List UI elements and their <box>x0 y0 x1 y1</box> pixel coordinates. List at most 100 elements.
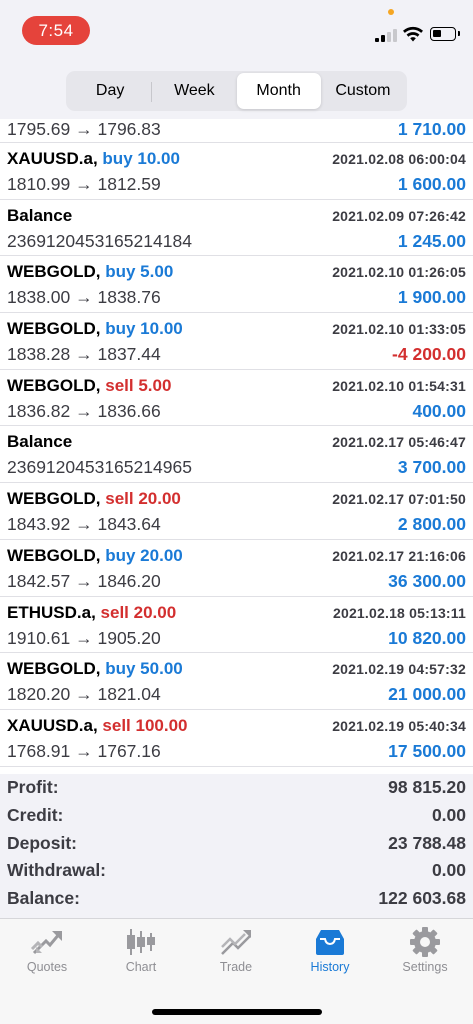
tab-trade[interactable]: Trade <box>189 919 283 989</box>
tab-quotes[interactable]: Quotes <box>0 919 94 989</box>
row-prices: 1768.91 → 1767.16 <box>7 740 161 761</box>
summary-label: Deposit: <box>7 832 77 853</box>
wifi-icon <box>403 26 423 42</box>
summary-value: 23 788.48 <box>388 832 466 853</box>
history-row[interactable]: Balance 2021.02.17 05:46:47 23691204531652… <box>0 426 473 484</box>
segment-week[interactable]: Week <box>152 73 236 109</box>
row-datetime: 2021.02.08 06:00:04 <box>332 151 466 167</box>
row-prices: 1836.82 → 1836.66 <box>7 400 161 421</box>
row-datetime: 2021.02.19 04:57:32 <box>332 661 466 678</box>
history-row[interactable]: WEBGOLD, buy 20.00 2021.02.17 21:16:06 184… <box>0 540 473 597</box>
row-datetime: 2021.02.17 21:16:06 <box>332 547 466 564</box>
row-symbol-line: WEBGOLD, buy 50.00 <box>7 659 183 679</box>
history-row[interactable]: XAUUSD.a, sell 100.00 2021.02.19 05:40:34… <box>0 710 473 767</box>
row-symbol-line: Balance <box>7 432 72 452</box>
candlestick-icon <box>127 929 155 955</box>
row-symbol-line: Balance <box>7 206 72 226</box>
summary-label: Profit: <box>7 777 59 797</box>
summary-value: 122 603.68 <box>378 888 466 909</box>
tab-label: Trade <box>219 960 253 974</box>
tab-label: Chart <box>125 960 157 974</box>
segment-label: Month <box>256 82 301 99</box>
status-time[interactable]: 7:54 <box>22 16 90 45</box>
row-value: 1 245.00 <box>397 230 466 251</box>
summary-deposit: Deposit: 23 788.48 <box>0 830 473 858</box>
row-symbol: WEBGOLD, <box>7 489 101 509</box>
row-symbol-line: WEBGOLD, buy 10.00 <box>7 319 183 339</box>
row-value: 1 600.00 <box>397 174 466 194</box>
row-value: 21 000.00 <box>388 684 466 705</box>
row-datetime: 2021.02.17 05:46:47 <box>332 434 466 451</box>
row-symbol-line: WEBGOLD, sell 5.00 <box>7 376 171 396</box>
row-symbol-line: WEBGOLD, buy 5.00 <box>7 262 173 282</box>
row-direction: sell 20.00 <box>105 489 181 509</box>
battery-icon <box>430 27 460 41</box>
segment-label: Day <box>95 82 125 99</box>
row-prices: 1838.00 → 1838.76 <box>7 287 161 308</box>
row-symbol: WEBGOLD, <box>7 375 101 395</box>
tab-settings[interactable]: Settings <box>378 919 472 989</box>
row-direction: sell 20.00 <box>100 602 177 622</box>
row-direction: buy 10.00 <box>105 319 183 339</box>
row-prices: 1810.99 → 1812.59 <box>7 174 161 194</box>
bottom-tab-bar: Quotes Chart Trade History Settings <box>0 918 473 1024</box>
summary-label: Credit: <box>7 804 64 825</box>
tab-label: Quotes <box>26 960 68 974</box>
home-indicator <box>152 1009 322 1015</box>
privacy-indicator-dot <box>388 9 394 15</box>
inbox-tray-icon <box>316 930 344 955</box>
row-symbol: WEBGOLD, <box>7 262 101 282</box>
segment-month[interactable]: Month <box>236 73 321 109</box>
row-direction: buy 20.00 <box>105 545 183 565</box>
row-symbol: WEBGOLD, <box>7 319 101 339</box>
row-prices: 1838.28 → 1837.44 <box>7 344 161 365</box>
row-symbol: Balance <box>7 205 73 225</box>
row-prices: 2369120453165214184 <box>7 230 192 251</box>
row-value: -4 200.00 <box>392 344 466 365</box>
row-symbol: Balance <box>7 432 73 452</box>
history-row[interactable]: WEBGOLD, buy 5.00 2021.02.10 01:26:05 1838… <box>0 256 473 314</box>
row-symbol-line: ETHUSD.a, sell 20.00 <box>7 603 176 623</box>
row-prices: 1795.69 → 1796.83 <box>7 119 161 139</box>
row-direction: buy 50.00 <box>105 659 183 679</box>
history-row-partial[interactable]: 1795.69 → 1796.83 1 710.00 <box>0 119 473 143</box>
row-prices: 1820.20 → 1821.04 <box>7 684 161 705</box>
row-value: 400.00 <box>412 400 466 421</box>
segment-day[interactable]: Day <box>68 73 153 109</box>
row-prices: 2369120453165214965 <box>7 457 192 478</box>
row-symbol-line: WEBGOLD, buy 20.00 <box>7 546 183 566</box>
history-row[interactable]: WEBGOLD, buy 50.00 2021.02.19 04:57:32 182… <box>0 653 473 710</box>
tab-label: History <box>310 960 350 974</box>
row-symbol-line: XAUUSD.a, sell 100.00 <box>7 716 188 736</box>
tab-chart[interactable]: Chart <box>94 919 188 989</box>
summary-balance: Balance: 122 603.68 <box>0 885 473 913</box>
summary-label: Withdrawal: <box>7 860 107 881</box>
trade-icon <box>221 930 251 955</box>
row-symbol: XAUUSD.a, <box>7 715 98 735</box>
row-value: 1 900.00 <box>397 287 466 308</box>
row-symbol: WEBGOLD, <box>7 545 101 565</box>
segment-label: Week <box>174 82 215 99</box>
segment-custom[interactable]: Custom <box>321 73 405 109</box>
row-value: 17 500.00 <box>388 740 466 761</box>
row-prices: 1910.61 → 1905.20 <box>7 627 161 648</box>
history-row[interactable]: WEBGOLD, sell 5.00 2021.02.10 01:54:31 183… <box>0 370 473 427</box>
row-direction: sell 100.00 <box>102 715 188 735</box>
history-row[interactable]: ETHUSD.a, sell 20.00 2021.02.18 05:13:11 1… <box>0 597 473 654</box>
row-datetime: 2021.02.17 07:01:50 <box>332 491 466 508</box>
history-row[interactable]: Balance 2021.02.09 07:26:42 23691204531652… <box>0 200 473 257</box>
segment-label: Custom <box>335 82 391 99</box>
status-bar: 7:54 <box>0 0 473 60</box>
summary-withdrawal: Withdrawal: 0.00 <box>0 857 473 885</box>
row-symbol: WEBGOLD, <box>7 659 101 679</box>
tab-history[interactable]: History <box>283 919 377 989</box>
row-prices: 1843.92 → 1843.64 <box>7 514 161 535</box>
row-datetime: 2021.02.19 05:40:34 <box>332 717 466 734</box>
row-datetime: 2021.02.18 05:13:11 <box>332 604 466 621</box>
history-row[interactable]: XAUUSD.a, buy 10.00 2021.02.08 06:00:04 18… <box>0 143 473 200</box>
summary-label: Balance: <box>7 888 80 909</box>
history-row[interactable]: WEBGOLD, buy 10.00 2021.02.10 01:33:05 183… <box>0 313 473 370</box>
row-symbol: XAUUSD.a, <box>7 149 98 168</box>
history-row[interactable]: WEBGOLD, sell 20.00 2021.02.17 07:01:50 18… <box>0 483 473 540</box>
summary-value: 0.00 <box>431 860 466 881</box>
